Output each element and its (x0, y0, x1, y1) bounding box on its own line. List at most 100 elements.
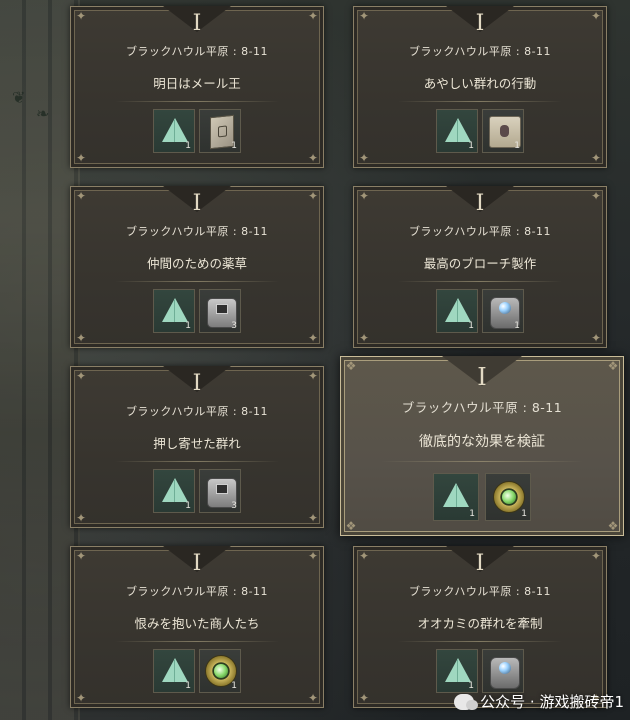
divider (398, 281, 562, 282)
quest-title: オオカミの群れを牽制 (417, 616, 543, 631)
reward-slot[interactable]: 1 (433, 473, 479, 521)
divider (115, 101, 279, 102)
reward-count: 1 (468, 681, 474, 691)
quest-tier-numeral: I (192, 191, 202, 216)
reward-count: 1 (185, 681, 191, 691)
quest-location: ブラックハウル平原 : 8-11 (408, 225, 552, 238)
quest-title: 徹底的な効果を検証 (419, 434, 545, 450)
reward-slot[interactable]: 1 (482, 109, 524, 153)
reward-slot[interactable]: 1 (153, 109, 195, 153)
reward-slot[interactable]: 1 (436, 289, 478, 333)
quest-title: あやしい群れの行動 (423, 76, 537, 91)
corner-ornament: ✦ (307, 691, 319, 705)
reward-slot[interactable]: 3 (199, 469, 241, 513)
tent-icon (445, 658, 471, 682)
divider (381, 461, 583, 462)
quest-location: ブラックハウル平原 : 8-11 (125, 405, 269, 418)
reward-count: 1 (185, 321, 191, 331)
reward-list: 1 (354, 649, 606, 693)
reward-list: 1 1 (71, 109, 323, 153)
quest-title: 仲間のための薬草 (146, 256, 247, 271)
quest-card[interactable]: ✦ ✦ ✦ ✦ I ブラックハウル平原 : 8-11 あやしい群れの行動 1 1 (353, 6, 607, 168)
divider (115, 461, 279, 462)
reward-slot[interactable]: 1 (199, 649, 241, 693)
quest-card[interactable]: ✦ ✦ ✦ ✦ I ブラックハウル平原 : 8-11 押し寄せた群れ 1 3 (70, 366, 324, 528)
leaf-decoration: ❧ (36, 104, 50, 123)
divider (398, 641, 562, 642)
quest-title: 恨みを抱いた商人たち (134, 616, 260, 631)
quest-location: ブラックハウル平原 : 8-11 (125, 225, 269, 238)
reward-list: 1 1 (341, 473, 623, 521)
reward-count: 1 (185, 501, 191, 511)
divider (115, 281, 279, 282)
quest-title: 最高のブローチ製作 (423, 256, 537, 271)
corner-ornament: ✦ (358, 331, 370, 345)
leaf-decoration: ❦ (12, 88, 26, 107)
tent-icon (162, 478, 188, 502)
reward-slot[interactable]: 3 (199, 289, 241, 333)
reward-count: 1 (185, 141, 191, 151)
corner-ornament: ✦ (75, 691, 87, 705)
corner-ornament: ✦ (590, 151, 602, 165)
wechat-icon (454, 693, 479, 710)
quest-card[interactable]: ✦ ✦ ✦ ✦ I ブラックハウル平原 : 8-11 オオカミの群れを牽制 1 (353, 546, 607, 708)
tent-icon (162, 298, 188, 322)
quest-tier-numeral: I (192, 371, 202, 396)
reward-count: 1 (469, 509, 475, 519)
reward-count: 1 (468, 141, 474, 151)
tent-icon (445, 298, 471, 322)
corner-ornament: ✦ (590, 331, 602, 345)
quest-card[interactable]: ✦ ✦ ✦ ✦ I ブラックハウル平原 : 8-11 仲間のための薬草 1 3 (70, 186, 324, 348)
reward-list: 1 1 (71, 649, 323, 693)
reward-slot[interactable]: 1 (153, 289, 195, 333)
tent-icon (162, 658, 188, 682)
reward-slot[interactable]: 1 (153, 649, 195, 693)
corner-ornament: ✦ (75, 331, 87, 345)
divider (398, 101, 562, 102)
corner-ornament: ✦ (307, 151, 319, 165)
reward-list: 1 1 (354, 109, 606, 153)
reward-count: 1 (231, 141, 237, 151)
reward-count: 3 (231, 501, 237, 511)
corner-ornament: ✦ (75, 511, 87, 525)
reward-slot[interactable]: 1 (436, 109, 478, 153)
corner-ornament: ✦ (307, 331, 319, 345)
reward-list: 1 3 (71, 289, 323, 333)
quest-tier-numeral: I (192, 11, 202, 36)
brooch-icon (490, 657, 520, 689)
quest-tier-numeral: I (475, 551, 485, 576)
quest-location: ブラックハウル平原 : 8-11 (401, 400, 563, 415)
quest-card[interactable]: ✦ ✦ ✦ ✦ I ブラックハウル平原 : 8-11 明日はメール王 1 1 (70, 6, 324, 168)
reward-count: 1 (521, 509, 527, 519)
reward-count: 1 (514, 141, 520, 151)
watermark: 公众号 · 游戏搬砖帝1 (454, 691, 624, 712)
quest-card[interactable]: ✦ ✦ ✦ ✦ I ブラックハウル平原 : 8-11 恨みを抱いた商人たち 1 … (70, 546, 324, 708)
reward-count: 1 (514, 321, 520, 331)
reward-count: 3 (231, 321, 237, 331)
quest-tier-numeral: I (475, 11, 485, 36)
tent-icon (445, 118, 471, 142)
reward-count: 1 (231, 681, 237, 691)
quest-location: ブラックハウル平原 : 8-11 (408, 585, 552, 598)
corner-ornament: ❖ (607, 519, 619, 533)
corner-ornament: ✦ (358, 151, 370, 165)
reward-list: 1 3 (71, 469, 323, 513)
reward-slot[interactable] (482, 649, 524, 693)
reward-slot[interactable]: 1 (436, 649, 478, 693)
quest-card[interactable]: ✦ ✦ ✦ ✦ I ブラックハウル平原 : 8-11 最高のブローチ製作 1 1 (353, 186, 607, 348)
reward-list: 1 1 (354, 289, 606, 333)
reward-slot[interactable]: 1 (153, 469, 195, 513)
quest-location: ブラックハウル平原 : 8-11 (408, 45, 552, 58)
corner-ornament: ✦ (75, 151, 87, 165)
quest-tier-numeral: I (475, 191, 485, 216)
reward-slot[interactable]: 1 (199, 109, 241, 153)
ring-icon (493, 481, 525, 513)
quest-title: 押し寄せた群れ (153, 436, 241, 451)
corner-ornament: ✦ (307, 511, 319, 525)
quest-card-selected[interactable]: ❖ ❖ ❖ ❖ I ブラックハウル平原 : 8-11 徹底的な効果を検証 1 1 (340, 356, 624, 536)
reward-slot[interactable]: 1 (482, 289, 524, 333)
tent-icon (162, 118, 188, 142)
watermark-text: 公众号 · 游戏搬砖帝1 (480, 693, 624, 711)
reward-slot[interactable]: 1 (485, 473, 531, 521)
quest-tier-numeral: I (192, 551, 202, 576)
